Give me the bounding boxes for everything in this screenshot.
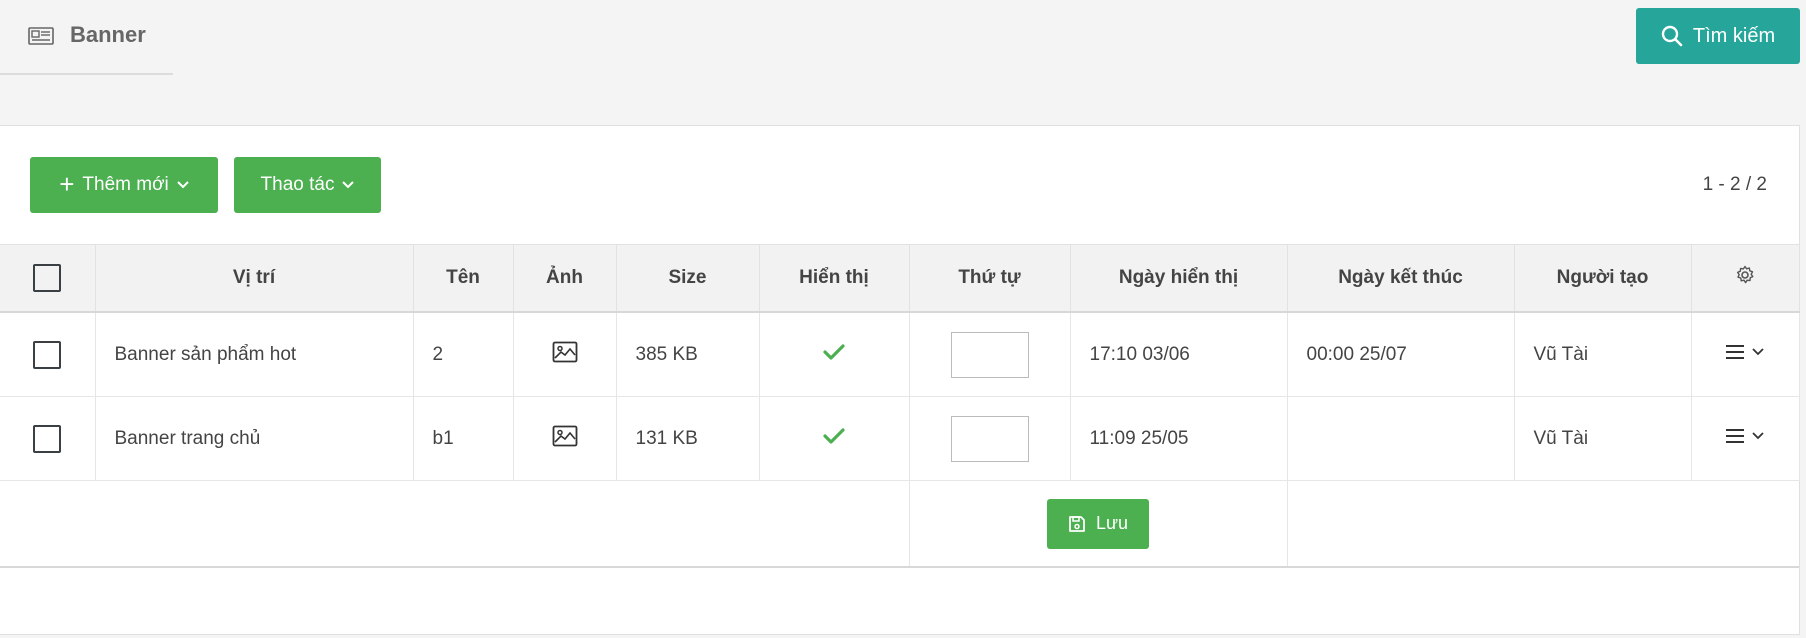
save-cell: Lưu: [909, 480, 1288, 568]
save-button[interactable]: Lưu: [1047, 498, 1149, 549]
row-position: Banner sản phẩm hot: [95, 312, 414, 397]
checkmark-icon[interactable]: [823, 343, 845, 361]
page-title: Banner: [70, 22, 146, 47]
row-actions-menu[interactable]: [1726, 428, 1764, 444]
chevron-down-icon: [1752, 347, 1764, 355]
row-image-cell: [513, 396, 617, 481]
row-size: 385 KB: [616, 312, 760, 397]
order-input[interactable]: [950, 331, 1029, 378]
col-creator[interactable]: Người tạo: [1514, 244, 1692, 313]
select-all-cell: [0, 244, 96, 313]
row-actions-cell: [1691, 312, 1800, 397]
image-icon[interactable]: [552, 425, 578, 447]
checkmark-icon[interactable]: [823, 427, 845, 445]
row-order-cell: [909, 396, 1071, 481]
banner-table: Vị trí Tên Ảnh Size Hiển thị Thứ tự Ngày…: [0, 244, 1800, 568]
col-image: Ảnh: [513, 244, 617, 313]
chevron-down-icon: [1752, 431, 1764, 439]
row-creator: Vũ Tài: [1514, 312, 1692, 397]
col-start-date[interactable]: Ngày hiển thị: [1070, 244, 1288, 313]
content-panel: + Thêm mới Thao tác 1 - 2 / 2 Vị trí Tên…: [0, 125, 1800, 635]
row-start-date: 11:09 25/05: [1070, 396, 1288, 481]
row-name: 2: [413, 312, 514, 397]
col-end-date[interactable]: Ngày kết thúc: [1287, 244, 1515, 313]
row-checkbox[interactable]: [33, 424, 62, 453]
col-order[interactable]: Thứ tự: [909, 244, 1071, 313]
operations-button[interactable]: Thao tác: [234, 157, 381, 213]
row-select-cell: [0, 396, 96, 481]
newspaper-icon: [28, 27, 54, 45]
row-size: 131 KB: [616, 396, 760, 481]
chevron-down-icon: [342, 181, 355, 189]
col-visible[interactable]: Hiển thị: [759, 244, 910, 313]
select-all-checkbox[interactable]: [33, 264, 62, 292]
row-image-cell: [513, 312, 617, 397]
footer-spacer-right: [1287, 480, 1799, 568]
hamburger-icon: [1726, 428, 1744, 443]
row-end-date: 00:00 25/07: [1287, 312, 1515, 397]
gear-icon[interactable]: [1735, 265, 1755, 285]
hamburger-icon: [1726, 344, 1744, 359]
add-new-button[interactable]: + Thêm mới: [30, 157, 218, 213]
operations-label: Thao tác: [260, 174, 335, 195]
search-icon: [1661, 25, 1683, 47]
table-header-row: Vị trí Tên Ảnh Size Hiển thị Thứ tự Ngày…: [0, 244, 1800, 313]
row-order-cell: [909, 312, 1071, 397]
row-end-date: [1287, 396, 1515, 481]
row-actions-cell: [1691, 396, 1800, 481]
col-size[interactable]: Size: [616, 244, 760, 313]
col-name[interactable]: Tên: [413, 244, 514, 313]
row-select-cell: [0, 312, 96, 397]
row-start-date: 17:10 03/06: [1070, 312, 1288, 397]
table-footer-row: Lưu: [0, 480, 1799, 568]
row-visible-cell: [759, 396, 910, 481]
table-row: Banner trang chủ b1 131 KB 11:09 25/05 V…: [0, 396, 1800, 481]
order-input[interactable]: [950, 415, 1029, 462]
row-position: Banner trang chủ: [95, 396, 414, 481]
row-creator: Vũ Tài: [1514, 396, 1692, 481]
search-button[interactable]: Tìm kiếm: [1636, 8, 1800, 64]
add-new-label: Thêm mới: [82, 174, 169, 195]
column-settings-cell: [1691, 244, 1800, 313]
pagination-info: 1 - 2 / 2: [1702, 174, 1767, 195]
row-name: b1: [413, 396, 514, 481]
image-icon[interactable]: [552, 341, 578, 363]
row-actions-menu[interactable]: [1726, 344, 1764, 360]
table-row: Banner sản phẩm hot 2 385 KB 17:10 03/06…: [0, 312, 1800, 397]
top-bar: Banner Tìm kiếm: [0, 0, 1806, 125]
plus-icon: +: [59, 168, 75, 199]
footer-spacer: [0, 480, 910, 568]
row-checkbox[interactable]: [33, 340, 62, 369]
chevron-down-icon: [177, 181, 189, 189]
search-button-label: Tìm kiếm: [1692, 24, 1776, 47]
floppy-disk-icon: [1069, 515, 1085, 532]
page-tab-banner[interactable]: Banner: [0, 0, 173, 75]
save-button-label: Lưu: [1095, 513, 1129, 533]
col-position[interactable]: Vị trí: [95, 244, 414, 313]
row-visible-cell: [759, 312, 910, 397]
